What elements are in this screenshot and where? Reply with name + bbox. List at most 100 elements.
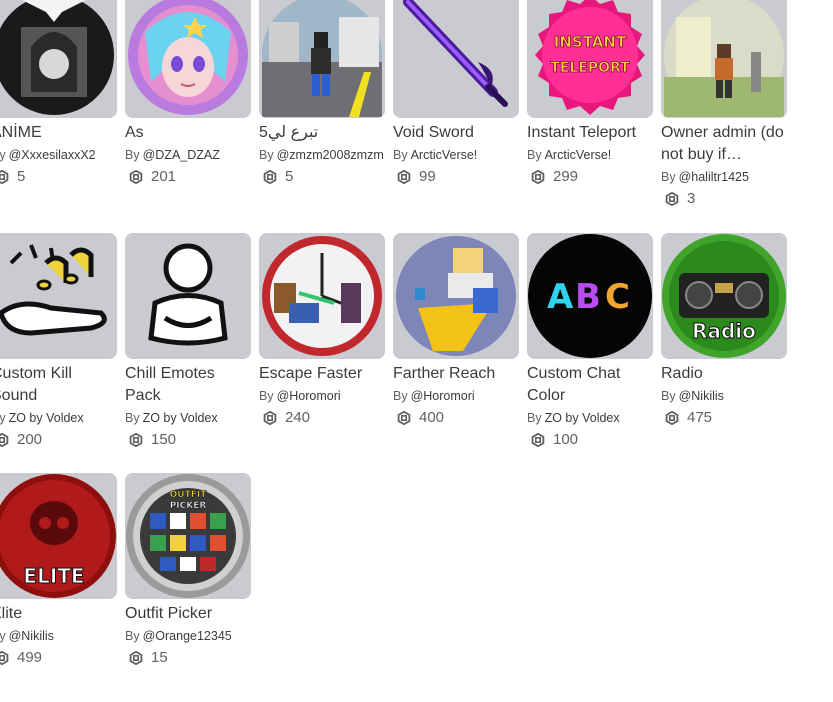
catalog-card[interactable]: INSTANT TELEPORT Instant Teleport By Arct… [527, 0, 655, 185]
item-title[interactable]: Void Sword [393, 122, 521, 144]
catalog-grid: ANİME By@XxxesilaxxX2 5 As By@DZA_DZAZ [0, 0, 833, 702]
item-creator: By ArcticVerse! [527, 148, 612, 162]
item-title[interactable]: Owner admin (do not buy if… [661, 122, 789, 166]
catalog-card[interactable]: OUTFIT PICKER Outfit Picker By @Orange123… [125, 473, 253, 666]
item-title[interactable]: Custom Kill Sound [0, 363, 119, 407]
catalog-card[interactable]: ANİME By@XxxesilaxxX2 5 [0, 0, 119, 185]
price-value: 99 [419, 168, 436, 185]
creator-link[interactable]: ArcticVerse! [411, 148, 478, 162]
item-creator: ByZO by Voldex [125, 411, 218, 425]
purple-sword-image[interactable] [393, 0, 519, 118]
catalog-card[interactable]: ELITE Elite By@Nikilis 499 [0, 473, 119, 666]
item-price: 400 [393, 409, 521, 426]
robux-icon [0, 650, 9, 665]
svg-text:PICKER: PICKER [170, 501, 207, 511]
item-title[interactable]: Farther Reach [393, 363, 521, 385]
creator-link[interactable]: @Orange12345 [143, 629, 232, 643]
catalog-card[interactable]: Farther Reach By @Horomori 400 [393, 233, 521, 426]
item-creator: By@Nikilis [0, 629, 54, 643]
item-price: 100 [527, 431, 655, 448]
catalog-card[interactable]: Chill Emotes Pack By ZO by Voldex 150 [125, 233, 253, 448]
price-value: 475 [687, 409, 713, 426]
catalog-card[interactable]: Escape Faster By @Horomori 240 [259, 233, 387, 426]
creator-link[interactable]: @DZA_DZAZ [143, 148, 220, 162]
item-creator: By @haliltr1425 [661, 170, 749, 184]
creator-link[interactable]: @XxxesilaxxX2 [9, 148, 96, 162]
item-title[interactable]: Custom Chat Color [527, 363, 655, 407]
robux-icon [665, 191, 679, 206]
robux-icon [0, 432, 9, 447]
chill-emote-icon[interactable] [125, 233, 251, 359]
svg-text:OUTFIT: OUTFIT [170, 490, 208, 500]
robux-icon [263, 169, 277, 184]
item-title[interactable]: Outfit Picker [125, 603, 253, 625]
reach-avatar-image[interactable] [393, 233, 519, 359]
catalog-card[interactable]: Owner admin (do not buy if… By @haliltr14… [661, 0, 789, 207]
robux-icon [397, 169, 411, 184]
creator-link[interactable]: @Horomori [411, 389, 475, 403]
anime-portrait-image[interactable] [125, 0, 251, 118]
catalog-card[interactable]: As By @DZA_DZAZ 201 [125, 0, 253, 185]
radio-badge[interactable]: Radio [661, 233, 787, 359]
creator-link[interactable]: @Nikilis [679, 389, 724, 403]
item-price: 15 [125, 649, 253, 666]
robux-icon [263, 410, 277, 425]
item-title[interactable]: Chill Emotes Pack [125, 363, 253, 407]
catalog-card[interactable]: Void Sword By ArcticVerse! 99 [393, 0, 521, 185]
kill-sound-icon[interactable] [0, 233, 117, 359]
creator-link[interactable]: @zmzm2008zmzm [277, 148, 384, 162]
creator-link[interactable]: ZO by Voldex [143, 411, 218, 425]
svg-text:B: B [575, 277, 601, 317]
robux-icon [129, 169, 143, 184]
clock-escape-image[interactable] [259, 233, 385, 359]
svg-text:C: C [605, 277, 630, 317]
price-value: 200 [17, 431, 43, 448]
robux-icon [397, 410, 411, 425]
item-title[interactable]: As [125, 122, 253, 144]
creator-link[interactable]: ZO by Voldex [545, 411, 620, 425]
owner-avatar-image[interactable] [661, 0, 787, 118]
item-creator: By @Horomori [259, 389, 341, 403]
item-price: 99 [393, 168, 521, 185]
item-price: 200 [0, 431, 119, 448]
price-value: 5 [285, 168, 294, 185]
outfit-picker-badge[interactable]: OUTFIT PICKER [125, 473, 251, 599]
item-title[interactable]: Instant Teleport [527, 122, 655, 144]
item-title[interactable]: تبرع لي5 [259, 122, 387, 144]
elite-skull-badge[interactable]: ELITE [0, 473, 117, 599]
item-price: 299 [527, 168, 655, 185]
svg-text:Radio: Radio [692, 319, 756, 343]
instant-teleport-badge[interactable]: INSTANT TELEPORT [527, 0, 653, 118]
price-value: 5 [17, 168, 26, 185]
item-title[interactable]: Escape Faster [259, 363, 387, 385]
catalog-card[interactable]: تبرع لي5 By @zmzm2008zmzm 5 [259, 0, 387, 185]
price-value: 150 [151, 431, 177, 448]
avatar-street-image[interactable] [259, 0, 385, 118]
creator-link[interactable]: @Horomori [277, 389, 341, 403]
anime-girl-image[interactable] [0, 0, 117, 118]
svg-text:ELITE: ELITE [23, 564, 84, 588]
item-creator: By @Horomori [393, 389, 475, 403]
item-title[interactable]: ANİME [0, 122, 119, 144]
item-price: 475 [661, 409, 789, 426]
catalog-card[interactable]: A B C Custom Chat Color By ZO by Voldex 1… [527, 233, 655, 448]
creator-link[interactable]: ZO by Voldex [9, 411, 84, 425]
abc-chat-badge[interactable]: A B C [527, 233, 653, 359]
price-value: 499 [17, 649, 43, 666]
catalog-card[interactable]: Custom Kill Sound ByZO by Voldex 200 [0, 233, 119, 448]
item-creator: By@Nikilis [661, 389, 724, 403]
item-title[interactable]: Radio [661, 363, 789, 385]
robux-icon [531, 432, 545, 447]
price-value: 299 [553, 168, 579, 185]
creator-link[interactable]: ArcticVerse! [545, 148, 612, 162]
svg-text:TELEPORT: TELEPORT [550, 60, 630, 76]
item-creator: By@XxxesilaxxX2 [0, 148, 96, 162]
item-price: 5 [0, 168, 119, 185]
robux-icon [0, 169, 9, 184]
item-creator: By ArcticVerse! [393, 148, 478, 162]
price-value: 15 [151, 649, 168, 666]
creator-link[interactable]: @haliltr1425 [679, 170, 749, 184]
item-title[interactable]: Elite [0, 603, 119, 625]
catalog-card[interactable]: Radio Radio By @Nikilis 475 [661, 233, 789, 426]
creator-link[interactable]: @Nikilis [9, 629, 54, 643]
